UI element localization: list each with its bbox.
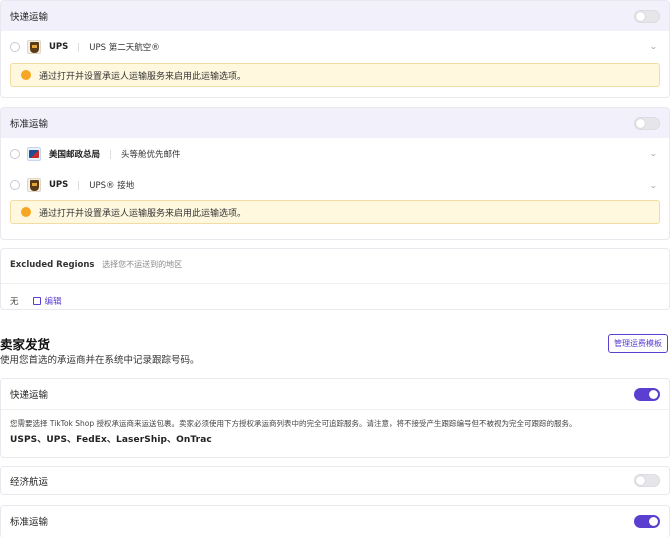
carrier-service: 头等舱优先邮件 (121, 150, 181, 160)
seller-shipping-title: 卖家发货 (0, 337, 51, 352)
edit-icon (32, 297, 41, 305)
seller-express-card: 快递运输 您需要选择 TikTok Shop 授权承运商来运送包裹。卖家必须使用… (0, 378, 670, 458)
express-shipping-toggle[interactable] (634, 9, 660, 23)
seller-express-toggle[interactable] (634, 387, 660, 401)
express-notice: 通过打开并设置承运人运输服务来启用此运输选项。 (10, 63, 660, 87)
carrier-name: UPS (49, 42, 69, 52)
ups-logo-icon (27, 178, 41, 192)
warning-icon (21, 70, 31, 80)
carrier-row-usps[interactable]: 美国邮政总局 头等舱优先邮件 ⌄ (1, 138, 669, 170)
toggle-knob (636, 118, 645, 128)
toggle-knob (636, 476, 645, 485)
excluded-regions-label: Excluded Regions (10, 260, 95, 270)
seller-express-info: 您需要选择 TikTok Shop 授权承运商来运送包裹。卖家必须使用下方授权承… (10, 419, 577, 428)
edit-label: 编辑 (44, 297, 62, 307)
standard-shipping-title: 标准运输 (10, 119, 49, 130)
carrier-row-ups-express[interactable]: UPS UPS 第二天航空® ⌄ (1, 31, 669, 63)
carrier-radio[interactable] (10, 42, 20, 52)
carrier-row-ups-standard[interactable]: UPS UPS® 接地 ⌄ (1, 170, 669, 200)
standard-notice: 通过打开并设置承运人运输服务来启用此运输选项。 (10, 200, 660, 224)
seller-economy-card: 经济航运 (0, 466, 670, 495)
notice-text: 通过打开并设置承运人运输服务来启用此运输选项。 (39, 71, 247, 82)
carrier-radio[interactable] (10, 180, 20, 190)
carrier-name: UPS (49, 180, 69, 190)
carrier-service: UPS 第二天航空® (89, 43, 160, 53)
divider (78, 42, 80, 52)
seller-economy-header: 经济航运 (1, 467, 669, 494)
notice-text: 通过打开并设置承运人运输服务来启用此运输选项。 (39, 208, 247, 219)
seller-standard-header: 标准运输 (1, 506, 669, 536)
excluded-regions-value-row: 无 编辑 (10, 295, 62, 307)
express-shipping-card: 快递运输 UPS UPS 第二天航空® ⌄ 通过打开并设置承运人运输服务来启用此… (0, 0, 670, 98)
toggle-knob (649, 516, 658, 526)
standard-shipping-card: 标准运输 美国邮政总局 头等舱优先邮件 ⌄ UPS UPS® 接地 ⌄ 通过打开… (0, 107, 670, 240)
divider (110, 149, 112, 159)
express-shipping-header: 快递运输 (1, 1, 669, 31)
carrier-service: UPS® 接地 (89, 181, 135, 191)
divider (78, 180, 80, 190)
standard-shipping-toggle[interactable] (634, 116, 660, 130)
seller-economy-title: 经济航运 (10, 476, 49, 488)
manage-shipping-templates-button[interactable]: 管理运费模板 (608, 334, 668, 353)
chevron-down-icon[interactable]: ⌄ (649, 42, 658, 51)
excluded-regions-value: 无 (10, 297, 19, 307)
warning-icon (21, 207, 31, 217)
excluded-regions-card: Excluded Regions 选择您不运送到的地区 无 编辑 (0, 248, 670, 310)
toggle-knob (649, 389, 658, 399)
seller-standard-title: 标准运输 (10, 517, 49, 528)
seller-standard-toggle[interactable] (634, 514, 660, 528)
ups-logo-icon (27, 40, 41, 54)
divider (1, 283, 669, 284)
chevron-down-icon[interactable]: ⌄ (649, 181, 658, 190)
usps-logo-icon (27, 147, 41, 161)
express-shipping-title: 快递运输 (10, 12, 49, 23)
toggle-knob (636, 11, 645, 21)
seller-economy-toggle[interactable] (634, 474, 660, 487)
edit-link[interactable]: 编辑 (32, 295, 62, 307)
chevron-down-icon[interactable]: ⌄ (649, 149, 658, 158)
carrier-radio[interactable] (10, 149, 20, 159)
seller-express-title: 快递运输 (10, 390, 49, 401)
carrier-name: 美国邮政总局 (49, 150, 101, 160)
excluded-regions-description: 选择您不运送到的地区 (102, 260, 183, 269)
seller-standard-card: 标准运输 (0, 505, 670, 538)
seller-express-header: 快递运输 (1, 379, 669, 409)
authorized-carriers-list: USPS、UPS、FedEx、LaserShip、OnTrac (10, 435, 212, 445)
standard-shipping-header: 标准运输 (1, 108, 669, 138)
seller-shipping-description: 使用您首选的承运商并在系统中记录跟踪号码。 (0, 355, 200, 366)
excluded-regions-header: Excluded Regions 选择您不运送到的地区 (10, 259, 182, 270)
